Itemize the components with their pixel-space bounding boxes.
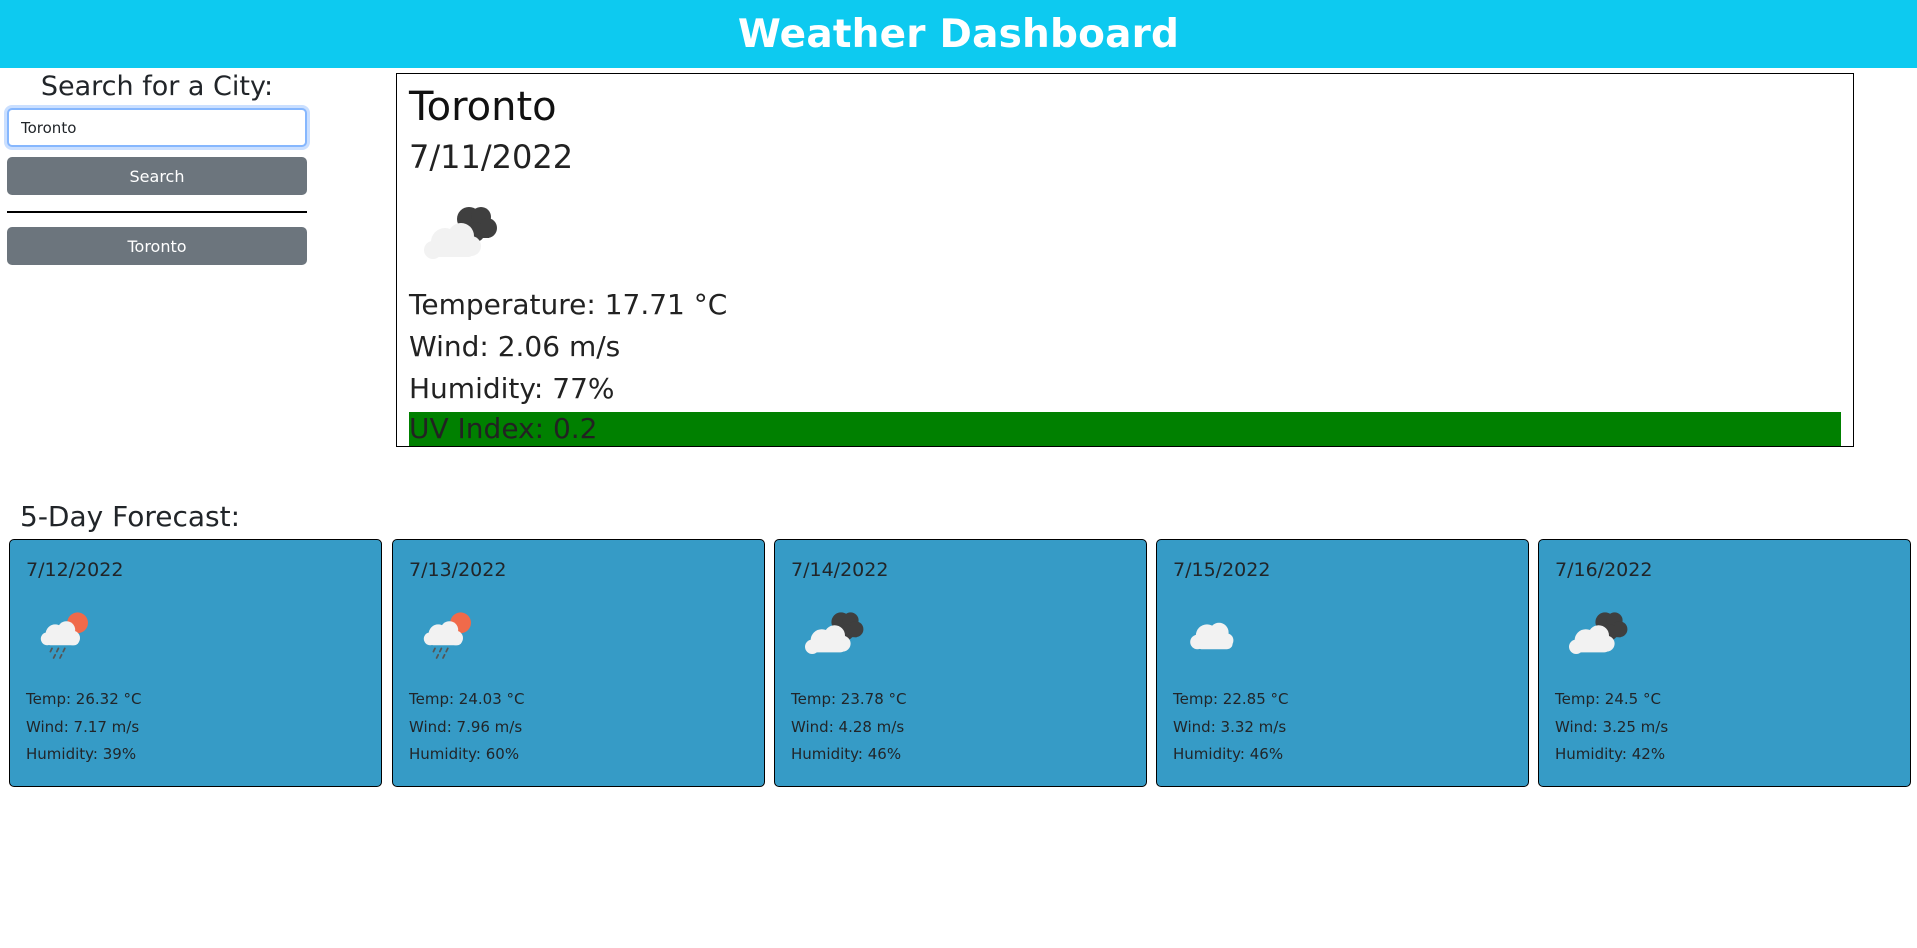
forecast-card: 7/14/2022 Temp: 23.78 °C Wind: 4.28 m/s … xyxy=(774,539,1147,787)
current-date: 7/11/2022 xyxy=(409,138,574,176)
forecast-humidity: Humidity: 39% xyxy=(26,745,137,763)
forecast-temp: Temp: 26.32 °C xyxy=(26,690,142,708)
broken-clouds-icon xyxy=(793,594,873,674)
forecast-wind: Wind: 3.32 m/s xyxy=(1173,717,1287,736)
forecast-wind: Wind: 4.28 m/s xyxy=(791,717,905,736)
forecast-temp: Temp: 24.5 °C xyxy=(1555,690,1661,708)
forecast-date: 7/15/2022 xyxy=(1173,559,1271,581)
page-title: Weather Dashboard xyxy=(737,11,1180,57)
forecast-temp: Temp: 23.78 °C xyxy=(791,690,907,708)
forecast-humidity: Humidity: 42% xyxy=(1555,745,1666,763)
current-city-name: Toronto xyxy=(409,84,557,130)
forecast-humidity: Humidity: 46% xyxy=(1173,745,1284,763)
search-heading: Search for a City: xyxy=(40,71,274,102)
divider xyxy=(7,211,307,213)
app-header: Weather Dashboard xyxy=(0,0,1917,68)
forecast-humidity: Humidity: 60% xyxy=(409,745,520,763)
history-button-toronto[interactable]: Toronto xyxy=(7,227,307,265)
forecast-date: 7/14/2022 xyxy=(791,559,889,581)
search-button[interactable]: Search xyxy=(7,157,307,195)
forecast-card: 7/16/2022 Temp: 24.5 °C Wind: 3.25 m/s H… xyxy=(1538,539,1911,787)
broken-clouds-icon xyxy=(1557,594,1637,674)
cloud-icon xyxy=(1175,594,1255,674)
forecast-humidity: Humidity: 46% xyxy=(791,745,902,763)
forecast-date: 7/12/2022 xyxy=(26,559,124,581)
forecast-card: 7/13/2022 Temp: 24.03 °C Wind: 7.96 m/s … xyxy=(392,539,765,787)
forecast-wind: Wind: 7.17 m/s xyxy=(26,717,140,736)
forecast-wind: Wind: 7.96 m/s xyxy=(409,717,523,736)
current-humidity: Humidity: 77% xyxy=(409,372,615,405)
search-history: Toronto xyxy=(7,227,307,265)
uv-index-badge: UV Index: 0.2 xyxy=(409,412,1841,446)
forecast-card: 7/15/2022 Temp: 22.85 °C Wind: 3.32 m/s … xyxy=(1156,539,1529,787)
forecast-temp: Temp: 24.03 °C xyxy=(409,690,525,708)
forecast-date: 7/16/2022 xyxy=(1555,559,1653,581)
rain-sun-icon xyxy=(411,594,491,674)
broken-clouds-icon xyxy=(409,184,509,284)
current-temperature: Temperature: 17.71 °C xyxy=(409,288,728,321)
city-search-input[interactable] xyxy=(7,108,307,147)
sidebar: Search for a City: Search Toronto xyxy=(7,68,307,265)
forecast-card: 7/12/2022 Temp: 26.32 °C Wind: 7.17 m/s … xyxy=(9,539,382,787)
forecast-date: 7/13/2022 xyxy=(409,559,507,581)
forecast-wind: Wind: 3.25 m/s xyxy=(1555,717,1669,736)
forecast-temp: Temp: 22.85 °C xyxy=(1173,690,1289,708)
forecast-row: 7/12/2022 Temp: 26.32 °C Wind: 7.17 m/s … xyxy=(9,539,1911,787)
current-weather-card: Toronto 7/11/2022 Temperature: 17.71 °C … xyxy=(396,73,1854,447)
rain-sun-icon xyxy=(28,594,108,674)
forecast-heading: 5-Day Forecast: xyxy=(20,500,241,533)
current-wind: Wind: 2.06 m/s xyxy=(409,330,621,363)
